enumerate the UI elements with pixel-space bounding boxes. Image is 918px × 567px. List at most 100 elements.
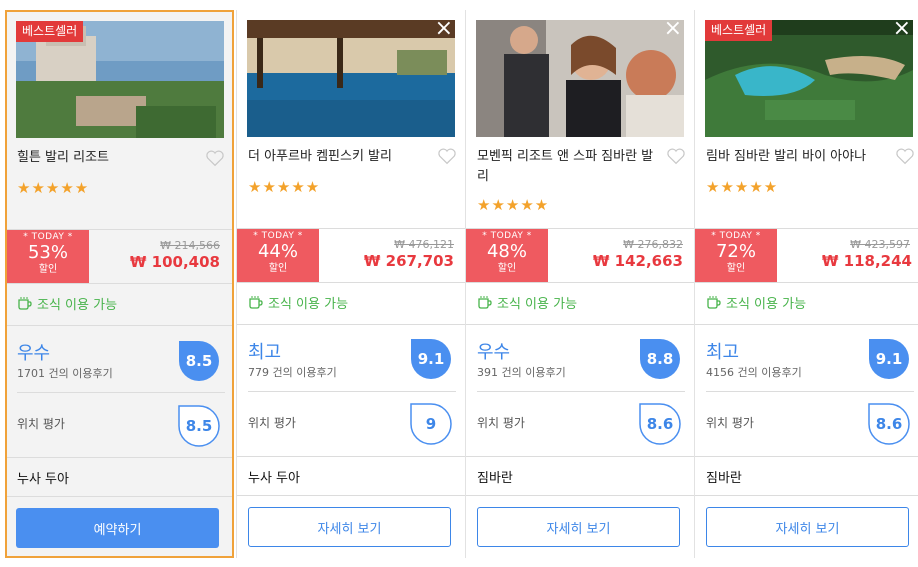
heart-icon[interactable] bbox=[437, 147, 457, 165]
area-name: 누사 두아 bbox=[17, 472, 69, 487]
breakfast-info: 조식 이용 가능 bbox=[248, 293, 348, 312]
score-bubble: 9.1 bbox=[409, 337, 453, 381]
rating-word: 최고 bbox=[248, 342, 282, 363]
original-price: ₩ 423,597 bbox=[850, 238, 910, 251]
discount-label: 할인 bbox=[38, 264, 58, 275]
divider bbox=[466, 324, 695, 325]
hotel-photo[interactable]: × bbox=[476, 20, 684, 137]
area-name: 짐바란 bbox=[706, 471, 742, 486]
divider bbox=[237, 456, 466, 457]
location-score-value: 8.6 bbox=[875, 415, 903, 433]
discount-box: * TODAY * 48% 할인 bbox=[466, 229, 548, 282]
divider bbox=[7, 325, 232, 326]
score-bubble: 8.5 bbox=[177, 339, 221, 383]
hotel-card[interactable]: 베스트셀러 × 림바 짐바란 발리 바이 아야나 ★★★★★ * TODAY *… bbox=[694, 10, 918, 558]
view-details-button[interactable]: 자세히 보기 bbox=[477, 507, 680, 547]
score-value: 9.1 bbox=[875, 350, 903, 368]
score-bubble: 9.1 bbox=[867, 337, 911, 381]
location-score-bubble: 9 bbox=[409, 402, 453, 446]
divider bbox=[237, 495, 466, 496]
bestseller-badge: 베스트셀러 bbox=[16, 21, 84, 42]
today-label: * TODAY * bbox=[253, 231, 303, 241]
star-rating: ★★★★★ bbox=[477, 196, 550, 214]
rating-word: 우수 bbox=[17, 343, 51, 364]
hotel-photo[interactable]: × bbox=[247, 20, 455, 137]
sale-price: ₩ 118,244 bbox=[821, 252, 912, 270]
coffee-cup-icon bbox=[249, 296, 263, 309]
area-name: 누사 두아 bbox=[248, 471, 300, 486]
heart-icon[interactable] bbox=[666, 147, 686, 165]
location-score-value: 8.6 bbox=[646, 415, 674, 433]
discount-label: 할인 bbox=[268, 263, 288, 274]
discount-label: 할인 bbox=[726, 263, 746, 274]
original-price: ₩ 276,832 bbox=[623, 238, 683, 251]
score-value: 9.1 bbox=[417, 350, 445, 368]
divider bbox=[237, 324, 466, 325]
star-rating: ★★★★★ bbox=[248, 178, 321, 196]
discount-percent: 48% bbox=[486, 241, 527, 262]
breakfast-info: 조식 이용 가능 bbox=[477, 293, 577, 312]
book-button[interactable]: 예약하기 bbox=[16, 508, 219, 548]
hotel-card[interactable]: × 모벤픽 리조트 앤 스파 짐바란 발리 ★★★★★ * TODAY * 48… bbox=[465, 10, 695, 558]
price-section: * TODAY * 44% 할인 ₩ 476,121 ₩ 267,703 bbox=[237, 228, 466, 283]
divider bbox=[706, 391, 914, 392]
location-label: 위치 평가 bbox=[706, 416, 754, 430]
review-count[interactable]: 779 건의 이용후기 bbox=[248, 364, 337, 380]
breakfast-label: 조식 이용 가능 bbox=[37, 298, 118, 313]
discount-box: * TODAY * 72% 할인 bbox=[695, 229, 777, 282]
sale-price: ₩ 267,703 bbox=[363, 252, 454, 270]
heart-icon[interactable] bbox=[895, 147, 915, 165]
discount-label: 할인 bbox=[497, 263, 517, 274]
hotel-name[interactable]: 모벤픽 리조트 앤 스파 짐바란 발리 bbox=[477, 147, 662, 187]
view-details-button[interactable]: 자세히 보기 bbox=[248, 507, 451, 547]
divider bbox=[466, 495, 695, 496]
location-label: 위치 평가 bbox=[17, 417, 65, 431]
breakfast-label: 조식 이용 가능 bbox=[268, 297, 349, 312]
sale-price: ₩ 100,408 bbox=[129, 253, 220, 271]
price-section: * TODAY * 53% 할인 ₩ 214,566 ₩ 100,408 bbox=[7, 229, 232, 284]
hotel-photo[interactable]: 베스트셀러 bbox=[16, 21, 224, 138]
divider bbox=[17, 392, 225, 393]
coffee-cup-icon bbox=[18, 297, 32, 310]
divider bbox=[695, 456, 918, 457]
rating-word: 우수 bbox=[477, 342, 511, 363]
star-rating: ★★★★★ bbox=[17, 179, 90, 197]
review-count[interactable]: 1701 건의 이용후기 bbox=[17, 365, 113, 381]
location-score-bubble: 8.6 bbox=[638, 402, 682, 446]
location-score-value: 9 bbox=[425, 415, 437, 433]
close-icon[interactable]: × bbox=[664, 20, 682, 40]
hotel-card[interactable]: 베스트셀러 힐튼 발리 리조트 ★★★★★ * TODAY * 53% 할인 ₩… bbox=[5, 10, 234, 558]
breakfast-label: 조식 이용 가능 bbox=[726, 297, 807, 312]
discount-box: * TODAY * 44% 할인 bbox=[237, 229, 319, 282]
original-price: ₩ 214,566 bbox=[160, 239, 220, 252]
review-count[interactable]: 391 건의 이용후기 bbox=[477, 364, 566, 380]
discount-percent: 44% bbox=[257, 241, 298, 262]
original-price: ₩ 476,121 bbox=[394, 238, 454, 251]
hotel-name[interactable]: 림바 짐바란 발리 바이 아야나 bbox=[706, 147, 891, 167]
coffee-cup-icon bbox=[478, 296, 492, 309]
hotel-photo[interactable]: 베스트셀러 × bbox=[705, 20, 913, 137]
hotel-card[interactable]: × 더 아푸르바 켐핀스키 발리 ★★★★★ * TODAY * 44% 할인 … bbox=[236, 10, 466, 558]
heart-icon[interactable] bbox=[205, 149, 225, 167]
close-icon[interactable]: × bbox=[893, 20, 911, 40]
close-icon[interactable]: × bbox=[435, 20, 453, 40]
score-bubble: 8.8 bbox=[638, 337, 682, 381]
hotel-name[interactable]: 힐튼 발리 리조트 bbox=[17, 148, 202, 168]
review-count[interactable]: 4156 건의 이용후기 bbox=[706, 364, 802, 380]
today-label: * TODAY * bbox=[23, 232, 73, 242]
hotel-name[interactable]: 더 아푸르바 켐핀스키 발리 bbox=[248, 147, 433, 167]
price-section: * TODAY * 72% 할인 ₩ 423,597 ₩ 118,244 bbox=[695, 228, 918, 283]
score-value: 8.5 bbox=[185, 352, 213, 370]
divider bbox=[695, 495, 918, 496]
divider bbox=[7, 496, 232, 497]
location-score-bubble: 8.5 bbox=[177, 404, 221, 448]
location-label: 위치 평가 bbox=[248, 416, 296, 430]
today-label: * TODAY * bbox=[711, 231, 761, 241]
discount-box: * TODAY * 53% 할인 bbox=[7, 230, 89, 283]
star-rating: ★★★★★ bbox=[706, 178, 779, 196]
rating-word: 최고 bbox=[706, 342, 740, 363]
location-label: 위치 평가 bbox=[477, 416, 525, 430]
divider bbox=[7, 457, 232, 458]
view-details-button[interactable]: 자세히 보기 bbox=[706, 507, 909, 547]
divider bbox=[466, 456, 695, 457]
